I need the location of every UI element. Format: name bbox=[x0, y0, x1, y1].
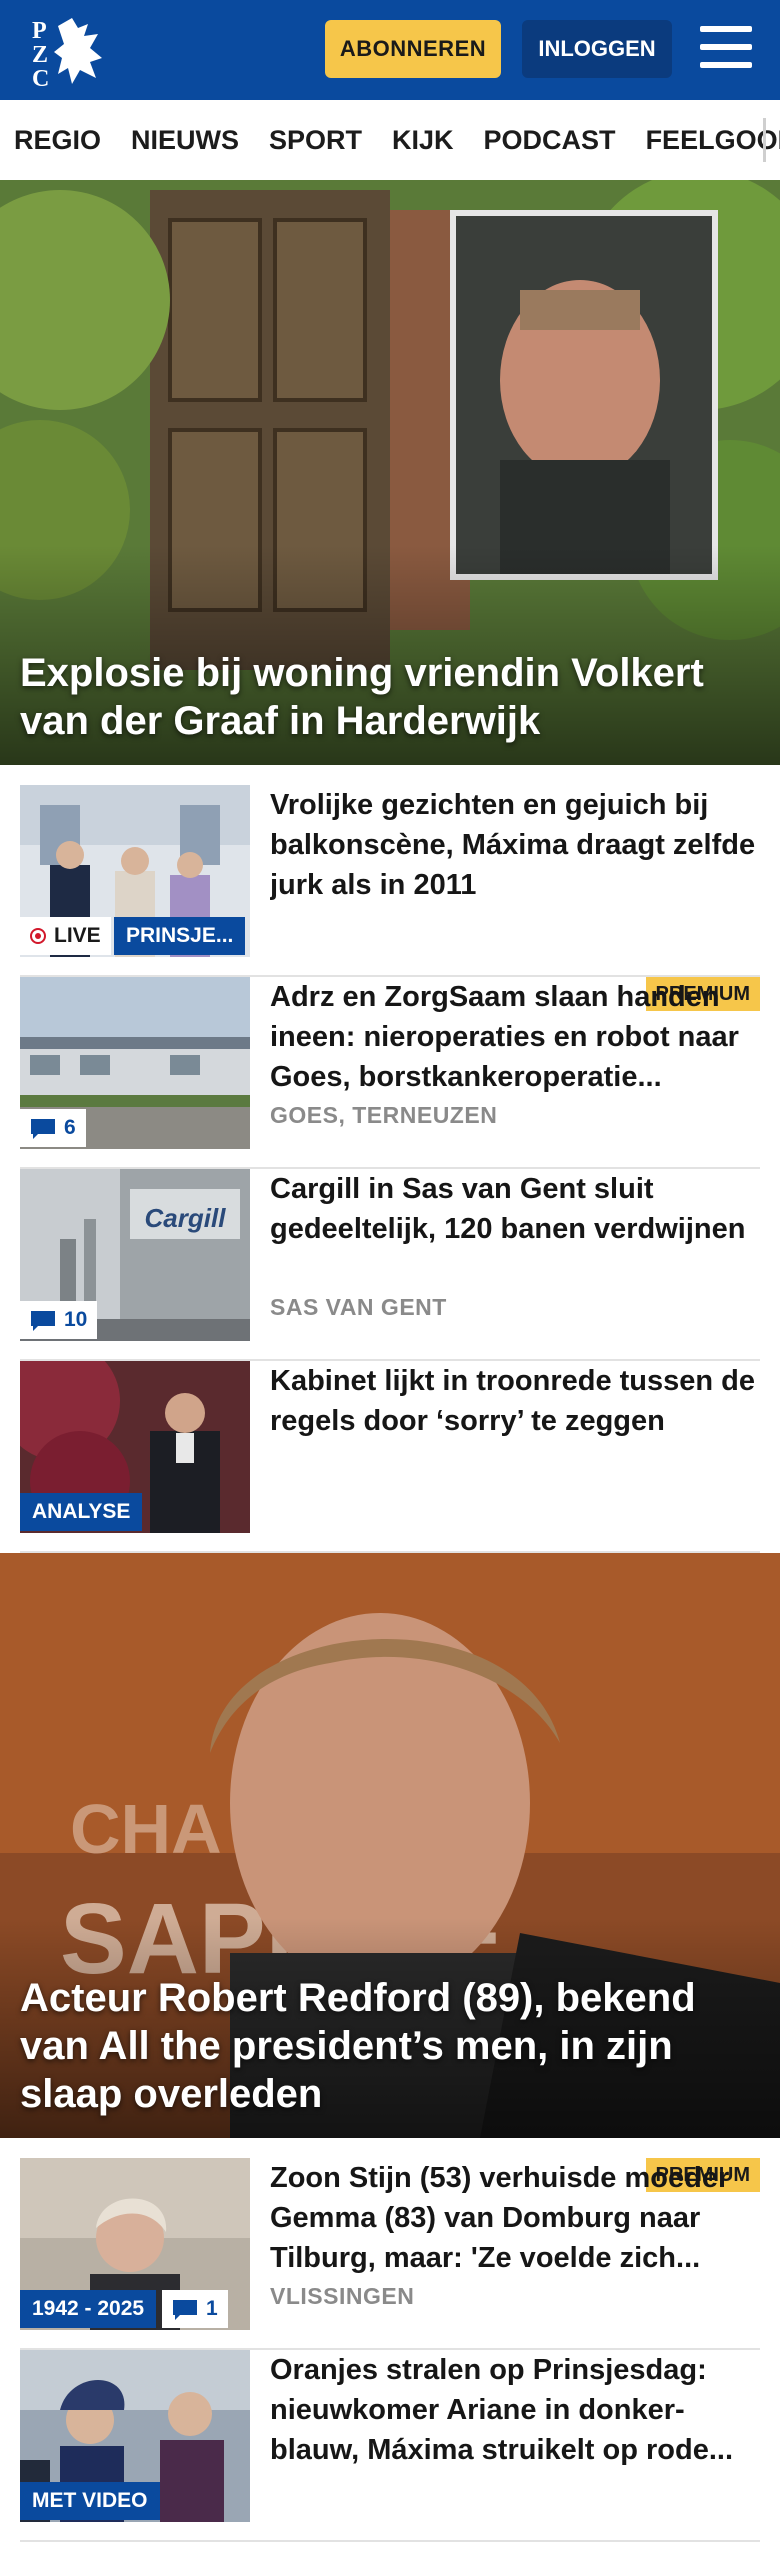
login-button[interactable]: INLOGGEN bbox=[522, 20, 672, 78]
category-tag: PRINSJE... bbox=[114, 917, 246, 955]
live-label: LIVE bbox=[54, 924, 101, 947]
date-range-tag: 1942 - 2025 bbox=[20, 2290, 157, 2328]
article-item-cargill[interactable]: Cargill 10 Cargill in Sas van Gent sluit… bbox=[20, 1169, 760, 1361]
article-title[interactable]: Oranjes stralen op Prinsjesdag: nieuwkom… bbox=[270, 2350, 760, 2470]
subscribe-button[interactable]: ABONNEREN bbox=[325, 20, 501, 78]
article-item-gemma[interactable]: PREMIUM 1942 - 2025 1 Zoon Stijn (53) ve… bbox=[20, 2158, 760, 2350]
comment-count-badge[interactable]: 1 bbox=[162, 2290, 228, 2328]
nav-item-regio[interactable]: REGIO bbox=[14, 125, 101, 156]
article-item-adrz[interactable]: PREMIUM 6 Adrz en ZorgSaam slaan handen … bbox=[20, 977, 760, 1169]
live-badge: LIVE bbox=[20, 917, 111, 955]
nav-overflow-indicator bbox=[763, 118, 780, 162]
article-title[interactable]: Adrz en ZorgSaam slaan handen ineen: nie… bbox=[270, 977, 760, 1097]
hero-title[interactable]: Acteur Robert Redford (89), bekend van A… bbox=[20, 1974, 750, 2118]
comment-count: 10 bbox=[64, 1308, 88, 1331]
article-location: GOES, TERNEUZEN bbox=[270, 1102, 498, 1128]
article-item-oranjes[interactable]: MET VIDEO Oranjes stralen op Prinsjesdag… bbox=[20, 2350, 760, 2542]
article-location: VLISSINGEN bbox=[270, 2283, 415, 2309]
nav-item-kijk[interactable]: KIJK bbox=[392, 125, 454, 156]
svg-text:C: C bbox=[32, 66, 49, 88]
comment-icon bbox=[31, 1311, 55, 1331]
bg-sign-text-top: CHA bbox=[70, 1790, 222, 1868]
nav-item-podcast[interactable]: PODCAST bbox=[484, 125, 616, 156]
svg-text:P: P bbox=[32, 18, 47, 44]
cargill-sign-text: Cargill bbox=[145, 1203, 227, 1233]
svg-text:Z: Z bbox=[32, 42, 48, 68]
article-item-balcony[interactable]: LIVE PRINSJE... Vrolijke gezichten en ge… bbox=[20, 785, 760, 977]
section-nav: REGIO NIEUWS SPORT KIJK PODCAST FEELGOOD bbox=[0, 100, 780, 182]
comment-count: 6 bbox=[64, 1116, 76, 1139]
nav-item-sport[interactable]: SPORT bbox=[269, 125, 362, 156]
article-item-kabinet[interactable]: ANALYSE Kabinet lijkt in troonrede tusse… bbox=[20, 1361, 760, 1553]
comment-icon bbox=[31, 1119, 55, 1139]
live-dot-icon bbox=[30, 928, 46, 944]
comment-icon bbox=[173, 2300, 197, 2320]
menu-icon[interactable] bbox=[700, 26, 752, 72]
article-title[interactable]: Vrolijke gezichten en gejuich bij balkon… bbox=[270, 785, 760, 905]
nav-item-feelgood[interactable]: FEELGOOD bbox=[646, 125, 780, 156]
nav-item-nieuws[interactable]: NIEUWS bbox=[131, 125, 239, 156]
comment-count-badge[interactable]: 6 bbox=[20, 1109, 86, 1147]
site-header: P Z C ABONNEREN INLOGGEN bbox=[0, 0, 780, 100]
article-title[interactable]: Kabinet lijkt in troonrede tussen de reg… bbox=[270, 1361, 760, 1481]
hero-title[interactable]: Explosie bij woning vriendin Volkert van… bbox=[20, 649, 750, 745]
comment-count-badge[interactable]: 10 bbox=[20, 1301, 98, 1339]
pzc-logo[interactable]: P Z C bbox=[28, 12, 110, 92]
video-tag: MET VIDEO bbox=[20, 2482, 160, 2520]
hero-article-explosion[interactable]: Explosie bij woning vriendin Volkert van… bbox=[0, 180, 780, 765]
article-title[interactable]: Cargill in Sas van Gent sluit gedeelteli… bbox=[270, 1169, 760, 1289]
comment-count: 1 bbox=[206, 2297, 218, 2320]
article-title[interactable]: Zoon Stijn (53) verhuisde moeder Gemma (… bbox=[270, 2158, 760, 2278]
category-tag: ANALYSE bbox=[20, 1493, 143, 1531]
hero-article-redford[interactable]: CHA SAPHIRE Acteur Robert Redford (89), … bbox=[0, 1553, 780, 2138]
article-location: SAS VAN GENT bbox=[270, 1294, 447, 1320]
